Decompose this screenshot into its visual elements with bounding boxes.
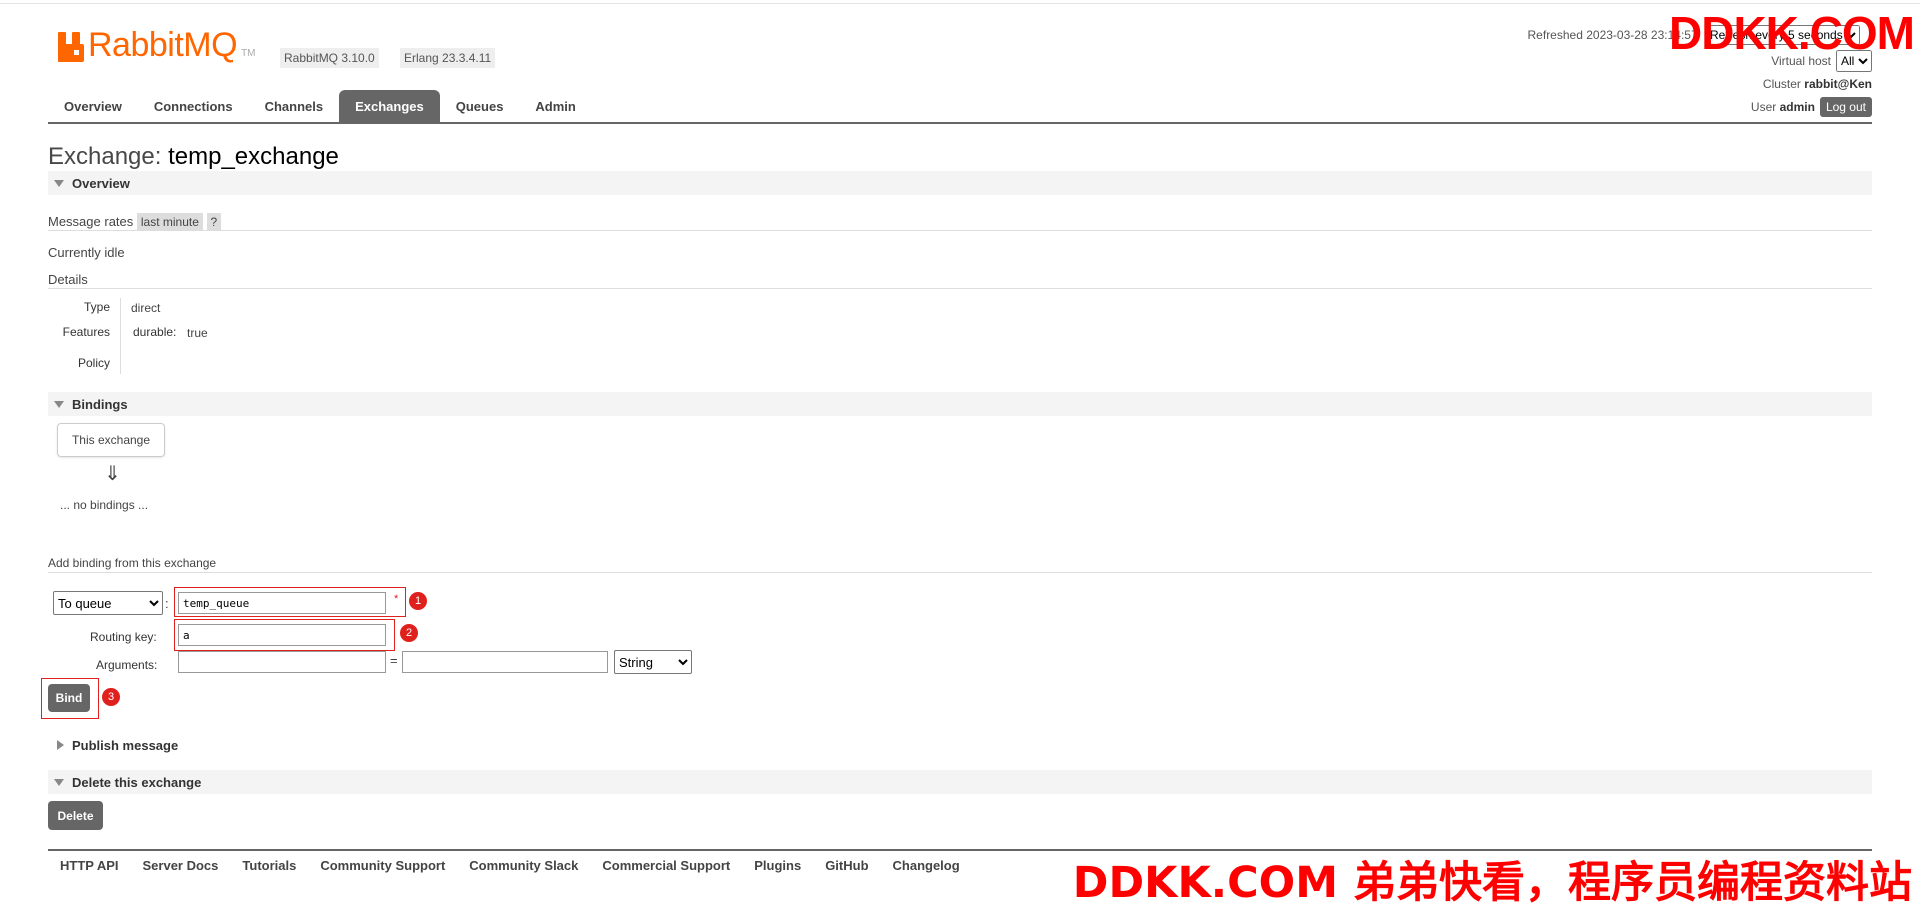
- argument-type-select[interactable]: String: [614, 650, 692, 674]
- colon-separator: :: [165, 596, 169, 611]
- annotation-marker-3: 3: [102, 688, 120, 706]
- type-value: direct: [131, 301, 161, 315]
- watermark-top: DDKK.COM: [1669, 7, 1915, 59]
- tab-channels[interactable]: Channels: [249, 90, 340, 122]
- help-button[interactable]: ?: [206, 213, 222, 231]
- annotation-marker-1: 1: [409, 592, 427, 610]
- policy-label: Policy: [77, 356, 110, 370]
- tab-exchanges[interactable]: Exchanges: [339, 90, 440, 122]
- no-bindings-text: ... no bindings ...: [60, 498, 149, 512]
- footer-link-tutorials[interactable]: Tutorials: [242, 858, 296, 873]
- page-title-prefix: Exchange:: [48, 143, 162, 170]
- footer-link-commercial-support[interactable]: Commercial Support: [602, 858, 730, 873]
- collapse-triangle-icon: [54, 400, 64, 408]
- rabbit-icon: [58, 32, 84, 62]
- type-label: Type: [83, 300, 110, 314]
- section-delete-title: Delete this exchange: [72, 774, 202, 790]
- details-heading: Details: [48, 272, 88, 287]
- nav-underline: [48, 122, 1872, 124]
- message-rates-range[interactable]: last minute: [136, 213, 203, 231]
- logo-text: RabbitMQ: [88, 26, 238, 64]
- destination-queue-input[interactable]: [178, 592, 386, 614]
- required-asterisk: *: [394, 593, 399, 605]
- section-publish-toggle[interactable]: Publish message: [48, 733, 1872, 757]
- footer-link-plugins[interactable]: Plugins: [754, 858, 801, 873]
- erlang-version-badge: Erlang 23.3.4.11: [400, 48, 496, 68]
- bind-button[interactable]: Bind: [48, 684, 90, 712]
- footer-link-community-support[interactable]: Community Support: [320, 858, 445, 873]
- footer-link-community-slack[interactable]: Community Slack: [469, 858, 578, 873]
- tab-connections[interactable]: Connections: [138, 90, 249, 122]
- section-bindings-title: Bindings: [72, 396, 128, 412]
- rabbitmq-version-badge: RabbitMQ 3.10.0: [280, 48, 379, 68]
- add-binding-heading: Add binding from this exchange: [48, 556, 217, 570]
- page-title: Exchange: temp_exchange: [48, 143, 339, 171]
- user-value: admin: [1779, 100, 1815, 114]
- tab-overview[interactable]: Overview: [48, 90, 138, 122]
- main-nav: Overview Connections Channels Exchanges …: [48, 90, 592, 122]
- features-key: durable:: [133, 325, 177, 339]
- footer-link-http-api[interactable]: HTTP API: [60, 858, 119, 873]
- delete-exchange-button[interactable]: Delete: [48, 801, 103, 830]
- divider: [48, 230, 1872, 231]
- arguments-label: Arguments:: [96, 658, 158, 672]
- message-rates-row: Message rates last minute ?: [48, 213, 222, 231]
- collapse-triangle-icon: [54, 778, 64, 786]
- section-publish-title: Publish message: [72, 737, 179, 753]
- tab-queues[interactable]: Queues: [440, 90, 520, 122]
- routing-key-label: Routing key:: [90, 630, 157, 644]
- footer-links: HTTP API Server Docs Tutorials Community…: [60, 858, 984, 873]
- rabbitmq-logo[interactable]: RabbitMQ TM: [58, 28, 256, 62]
- cluster-info: Cluster rabbit@Ken: [1763, 77, 1872, 91]
- user-info: User admin Log out: [1751, 97, 1872, 117]
- divider: [48, 288, 1872, 289]
- features-value: true: [187, 326, 208, 340]
- section-delete-toggle[interactable]: Delete this exchange: [48, 770, 1872, 794]
- argument-key-input[interactable]: [178, 651, 386, 673]
- section-overview-toggle[interactable]: Overview: [48, 171, 1872, 195]
- collapse-triangle-icon: [54, 179, 64, 187]
- section-bindings-toggle[interactable]: Bindings: [48, 392, 1872, 416]
- annotation-marker-2: 2: [400, 624, 418, 642]
- this-exchange-box: This exchange: [57, 423, 165, 457]
- routing-key-input[interactable]: [178, 624, 386, 646]
- equals-sign: =: [390, 653, 398, 668]
- watermark-bottom: DDKK.COM 弟弟快看，程序员编程资料站: [1072, 858, 1912, 908]
- details-divider: [120, 298, 121, 374]
- footer-link-github[interactable]: GitHub: [825, 858, 868, 873]
- divider: [48, 572, 1872, 573]
- destination-type-select[interactable]: To queue: [53, 591, 163, 615]
- features-label: Features: [62, 325, 110, 339]
- user-label: User: [1750, 100, 1777, 114]
- logo-trademark: TM: [241, 48, 256, 59]
- argument-value-input[interactable]: [402, 651, 608, 673]
- footer-link-changelog[interactable]: Changelog: [893, 858, 960, 873]
- down-arrow-icon: ⇓: [104, 463, 121, 485]
- exchange-name: temp_exchange: [168, 143, 339, 170]
- cluster-value: rabbit@Ken: [1804, 77, 1872, 91]
- logout-button[interactable]: Log out: [1819, 97, 1872, 117]
- top-border: [0, 3, 1920, 4]
- section-overview-title: Overview: [72, 175, 130, 191]
- message-rates-label: Message rates: [48, 214, 134, 229]
- footer-link-server-docs[interactable]: Server Docs: [143, 858, 219, 873]
- tab-admin[interactable]: Admin: [519, 90, 591, 122]
- cluster-label: Cluster: [1762, 77, 1801, 91]
- expand-triangle-icon: [57, 740, 64, 750]
- idle-status: Currently idle: [48, 245, 125, 260]
